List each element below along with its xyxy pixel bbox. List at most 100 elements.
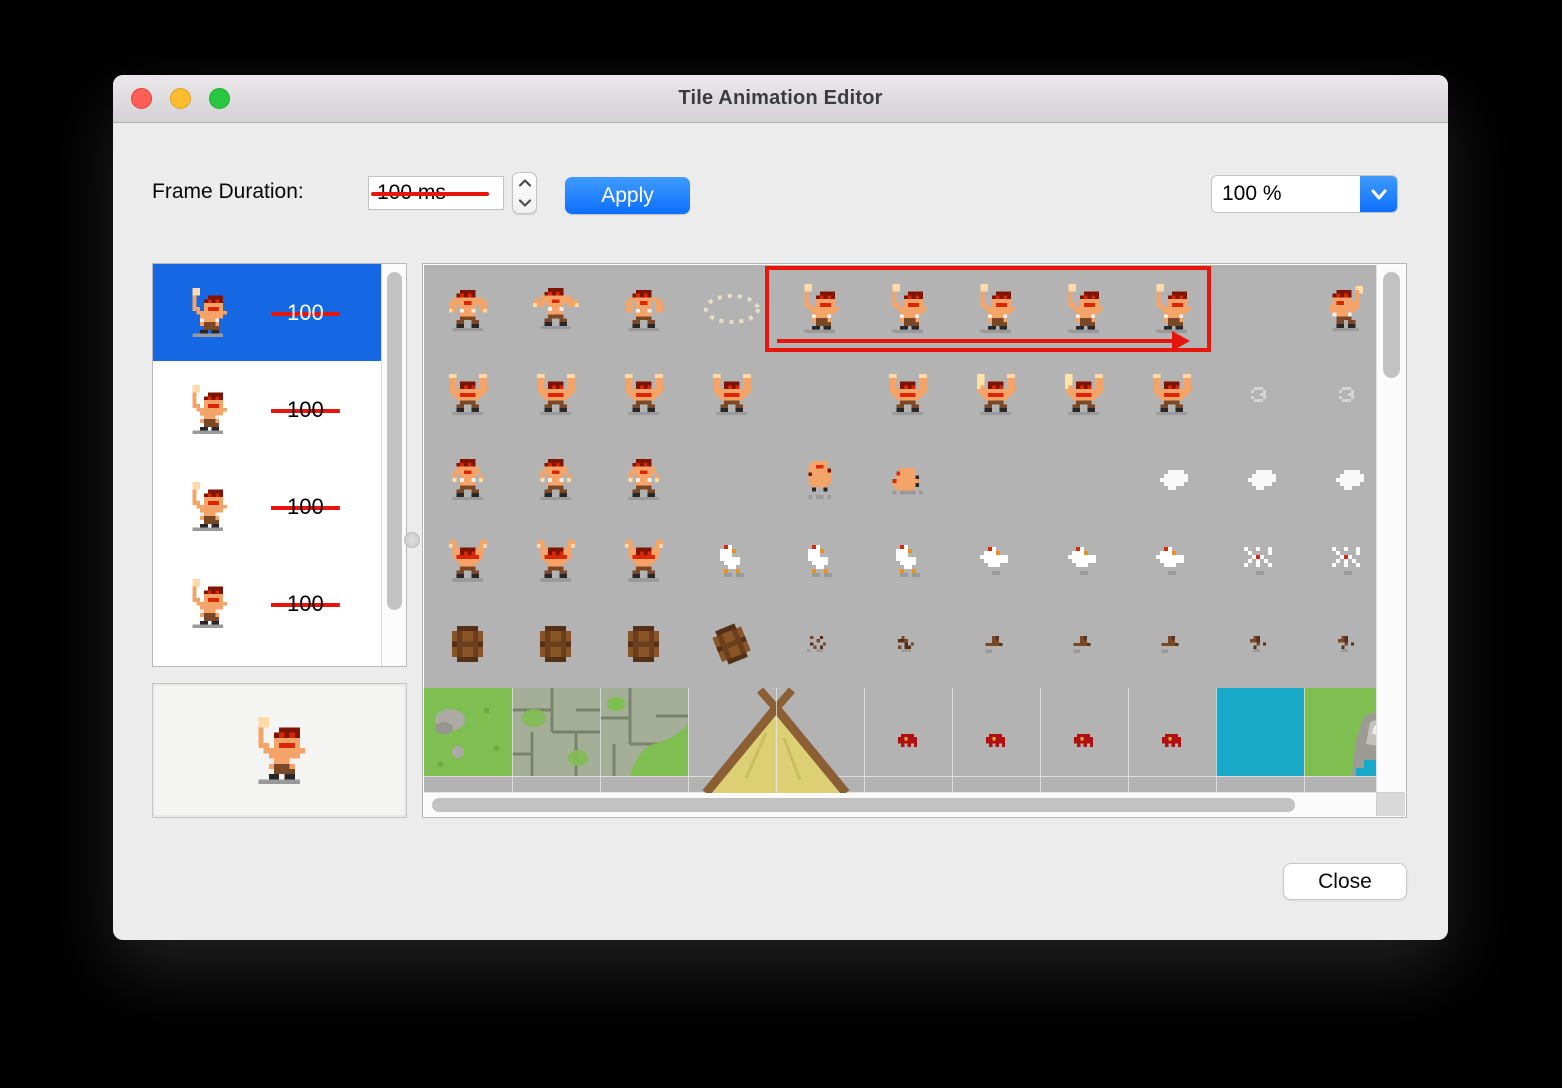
tileset-horizontal-scrollbar[interactable]	[424, 792, 1377, 816]
tile-terrain-bug[interactable]	[952, 688, 1040, 793]
frame-list-scrollbar-thumb[interactable]	[387, 272, 402, 610]
tile-sprite-barrel[interactable]	[424, 600, 512, 688]
close-window-button[interactable]	[131, 88, 152, 109]
tile-sprite-sm-raise[interactable]	[600, 522, 688, 600]
tile-sprite-sm-up[interactable]	[1128, 352, 1216, 437]
tile-sprite-sm-wide[interactable]	[512, 265, 600, 352]
scrollbar-corner	[1376, 792, 1405, 816]
tile-sprite-wood-chunk[interactable]	[952, 600, 1040, 688]
vertical-splitter-grip[interactable]	[404, 532, 420, 548]
tile-terrain-bug[interactable]	[1040, 688, 1128, 793]
tile-sprite-debris-break[interactable]	[864, 600, 952, 688]
tile-sprite-sm-up-glow[interactable]	[1040, 352, 1128, 437]
tile-terrain-stone[interactable]	[512, 688, 600, 793]
frame-list-item[interactable]: 100	[153, 361, 406, 458]
frame-list[interactable]: 100 100 100 100 100	[152, 263, 407, 667]
frame-list-item[interactable]: 100	[153, 555, 406, 652]
tile-gridline	[1216, 688, 1217, 793]
tile-sprite-sm-crouch[interactable]	[864, 437, 952, 522]
tile-sprite-puff[interactable]	[1128, 437, 1216, 522]
tile-sprite-chicken[interactable]	[864, 522, 952, 600]
minimize-window-button[interactable]	[170, 88, 191, 109]
frame-duration-stepper[interactable]	[512, 172, 537, 214]
tile-sprite-sm-stand[interactable]	[600, 437, 688, 522]
strongman-sprite-icon	[192, 578, 227, 629]
tile-sprite-chicken[interactable]	[776, 522, 864, 600]
tile-sprite-debris-fall[interactable]	[1216, 600, 1304, 688]
tile-sprite-sm-raise[interactable]	[424, 522, 512, 600]
stepper-down-button[interactable]	[513, 193, 536, 213]
tile-sprite-sm-up-glow[interactable]	[952, 352, 1040, 437]
tile-sprite-puff[interactable]	[1216, 437, 1304, 522]
tile-terrain-water[interactable]	[1216, 688, 1304, 793]
tile-sprite-sm-hunch[interactable]	[600, 265, 688, 352]
frame-list-item[interactable]: 100	[153, 264, 406, 361]
tile-sprite-sm-up[interactable]	[512, 352, 600, 437]
tile-sprite-wood-chunk[interactable]	[1128, 600, 1216, 688]
apply-button[interactable]: Apply	[565, 177, 690, 214]
tile-sprite-sm-punch[interactable]	[1304, 265, 1377, 352]
tile-sprite-debris-fall[interactable]	[1304, 600, 1377, 688]
tile-sprite-sm-up[interactable]	[864, 352, 952, 437]
tile-terrain-stone-grass[interactable]	[600, 688, 688, 793]
tile-sprite-debris[interactable]	[776, 600, 864, 688]
preview-sprite	[258, 716, 306, 785]
tile-sprite-dotted-ellipse[interactable]	[688, 265, 776, 352]
chevron-down-icon	[1371, 189, 1386, 199]
tile-terrain-grass-rock[interactable]	[1304, 688, 1377, 793]
tile-sprite-chicken-burst[interactable]	[1304, 522, 1377, 600]
tileset-panel[interactable]	[422, 263, 1407, 818]
frame-duration-value: 100	[271, 394, 340, 425]
tile-sprite-puff[interactable]	[1304, 437, 1377, 522]
tile-sprite-sm-up[interactable]	[424, 352, 512, 437]
tileset-vertical-scrollbar[interactable]	[1376, 265, 1405, 793]
tileset-vertical-scrollbar-thumb[interactable]	[1383, 272, 1400, 378]
tile-sprite-barrel[interactable]	[600, 600, 688, 688]
tile-sprite-chicken-fly[interactable]	[1128, 522, 1216, 600]
strongman-sprite-icon	[192, 481, 227, 532]
tile-sprite-chicken-fly[interactable]	[952, 522, 1040, 600]
tile-terrain-bug[interactable]	[1128, 688, 1216, 793]
frame-duration-value: 100	[271, 491, 340, 522]
tile-gridline	[512, 688, 513, 793]
frame-list-scrollbar[interactable]	[381, 264, 406, 666]
tile-sprite-sm-up[interactable]	[600, 352, 688, 437]
annotation-red-arrowhead	[1172, 331, 1190, 351]
tile-sprite-barrel-tilt[interactable]	[688, 600, 776, 688]
animation-preview	[152, 683, 407, 818]
title-bar[interactable]: Tile Animation Editor	[113, 75, 1448, 123]
frame-duration-value: 100	[271, 297, 340, 328]
window-title: Tile Animation Editor	[678, 87, 883, 109]
tile-gridline	[1128, 688, 1129, 793]
tile-terrain-grass[interactable]	[424, 688, 512, 793]
tile-gridline	[864, 688, 865, 793]
frame-list-item[interactable]: 100	[153, 652, 406, 666]
tile-sprite-ghost[interactable]	[1304, 352, 1377, 437]
tile-sprite-chicken-burst[interactable]	[1216, 522, 1304, 600]
frame-list-item[interactable]: 100	[153, 458, 406, 555]
zoom-window-button[interactable]	[209, 88, 230, 109]
frame-sprite-thumbnail	[183, 578, 233, 629]
tile-sprite-sm-raise[interactable]	[512, 522, 600, 600]
tileset-grid[interactable]	[424, 265, 1377, 793]
frame-duration-value: 100	[271, 588, 340, 619]
stepper-up-button[interactable]	[513, 173, 536, 193]
zoom-dropdown-button[interactable]	[1360, 176, 1397, 212]
tile-sprite-barrel[interactable]	[512, 600, 600, 688]
tile-sprite-sm-stand[interactable]	[512, 437, 600, 522]
frame-duration-input[interactable]	[368, 176, 504, 210]
frame-sprite-thumbnail	[183, 481, 233, 532]
chevron-down-icon	[518, 199, 531, 207]
tile-sprite-chicken-fly[interactable]	[1040, 522, 1128, 600]
tile-sprite-ghost[interactable]	[1216, 352, 1304, 437]
tile-sprite-sm-up[interactable]	[688, 352, 776, 437]
close-button[interactable]: Close	[1283, 863, 1407, 900]
zoom-level-combo[interactable]: 100 %	[1211, 175, 1398, 213]
tile-sprite-sm-lean[interactable]	[424, 265, 512, 352]
tile-sprite-wood-chunk[interactable]	[1040, 600, 1128, 688]
tileset-horizontal-scrollbar-thumb[interactable]	[432, 798, 1295, 812]
tile-sprite-chicken[interactable]	[688, 522, 776, 600]
tile-terrain-bug[interactable]	[864, 688, 952, 793]
tile-sprite-sm-stand[interactable]	[424, 437, 512, 522]
tile-sprite-sm-jump[interactable]	[776, 437, 864, 522]
